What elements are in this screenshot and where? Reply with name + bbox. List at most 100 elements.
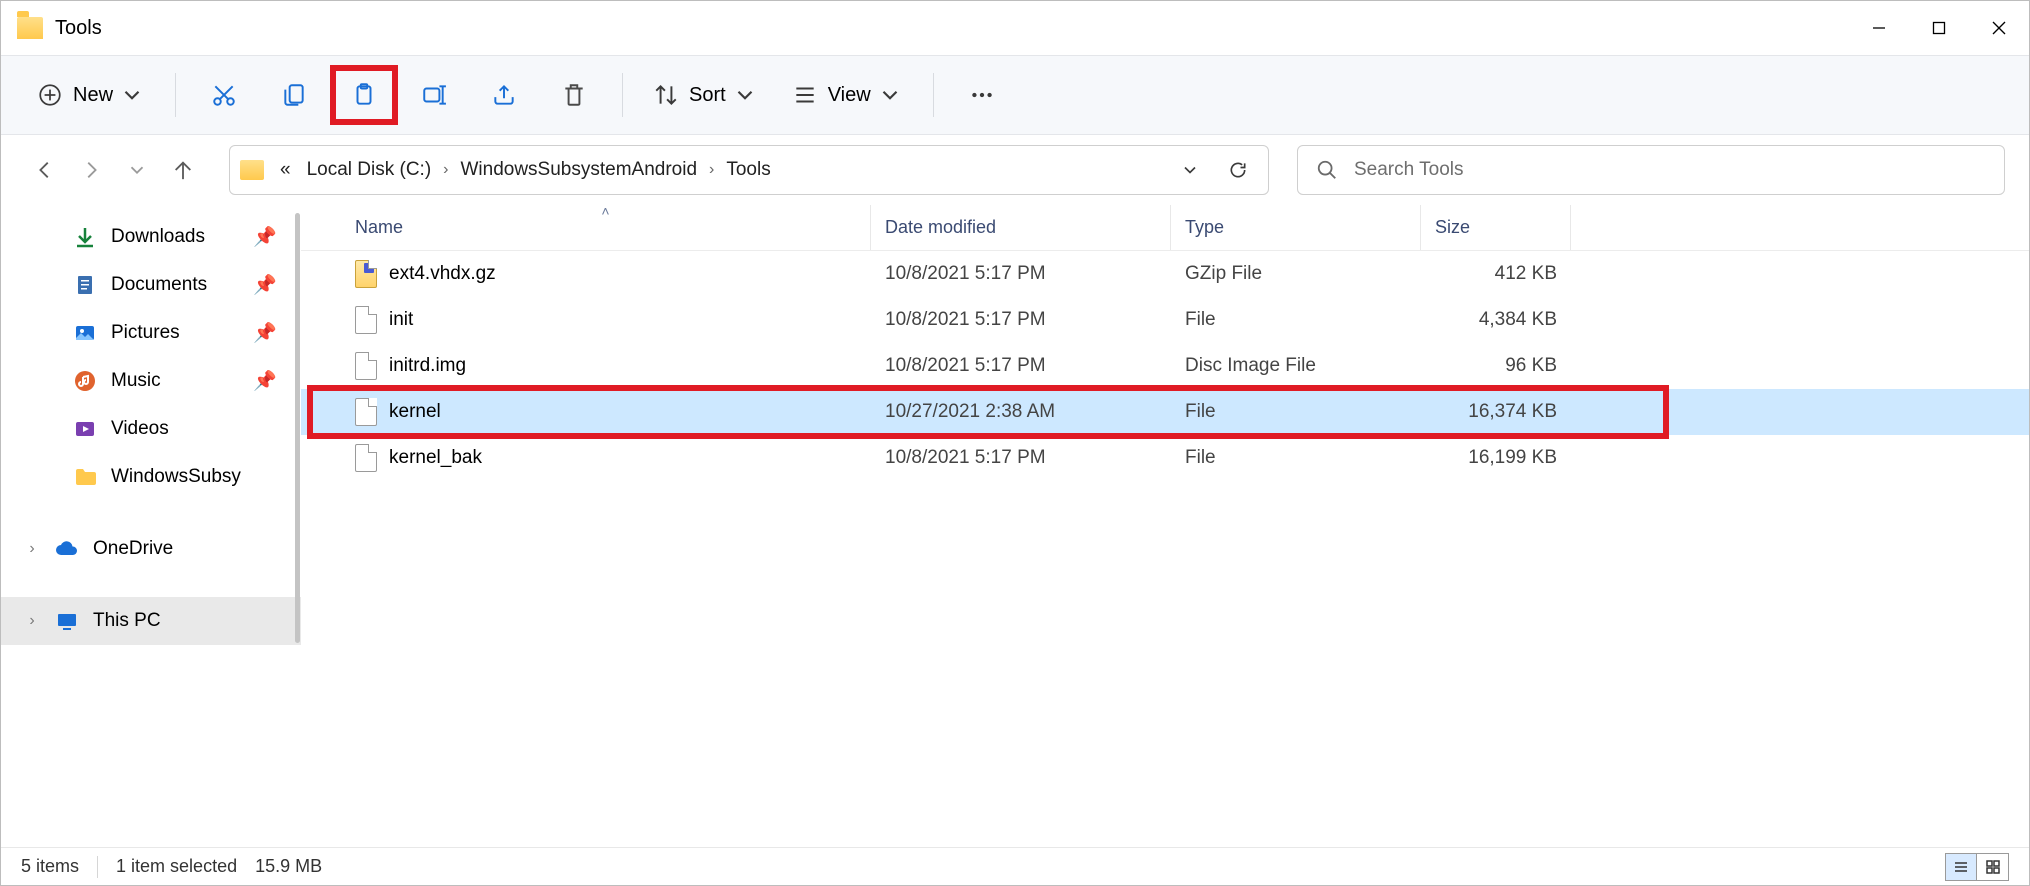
sort-button[interactable]: Sort <box>641 69 770 121</box>
search-icon <box>1316 159 1338 181</box>
file-name: initrd.img <box>389 355 466 377</box>
forward-button[interactable] <box>71 150 111 190</box>
back-button[interactable] <box>25 150 65 190</box>
address-bar[interactable]: « Local Disk (C:) › WindowsSubsystemAndr… <box>229 145 1269 195</box>
sort-ascending-icon: ˄ <box>601 203 609 219</box>
file-size: 96 KB <box>1421 355 1571 377</box>
download-icon <box>73 225 97 249</box>
file-row[interactable]: kernel 10/27/2021 2:38 AM File 16,374 KB <box>301 389 2029 435</box>
close-button[interactable] <box>1969 1 2029 55</box>
chevron-right-icon: › <box>443 161 448 179</box>
file-type: Disc Image File <box>1171 355 1421 377</box>
expand-icon[interactable]: › <box>23 540 41 558</box>
breadcrumb-item[interactable]: Local Disk (C:) <box>303 155 436 185</box>
view-label: View <box>828 84 871 107</box>
file-row[interactable]: ext4.vhdx.gz 10/8/2021 5:17 PM GZip File… <box>301 251 2029 297</box>
file-row[interactable]: initrd.img 10/8/2021 5:17 PM Disc Image … <box>301 343 2029 389</box>
window-title: Tools <box>55 17 102 40</box>
file-type: GZip File <box>1171 263 1421 285</box>
chevron-right-icon: › <box>709 161 714 179</box>
view-toggle-group <box>1945 853 2009 881</box>
separator <box>933 73 934 117</box>
details-view-button[interactable] <box>1945 853 1977 881</box>
sidebar-item[interactable]: Downloads 📌 <box>1 213 301 261</box>
status-count: 5 items <box>21 856 79 877</box>
sidebar-item-onedrive[interactable]: › OneDrive <box>1 525 301 573</box>
chevron-down-icon <box>119 82 145 108</box>
separator <box>175 73 176 117</box>
column-headers: Name ˄ Date modified Type Size <box>301 205 2029 251</box>
thumbnails-view-button[interactable] <box>1977 853 2009 881</box>
pictures-icon <box>73 321 97 345</box>
share-icon <box>491 82 517 108</box>
pin-icon: 📌 <box>253 225 277 249</box>
folder-icon <box>240 160 264 180</box>
chevron-down-icon <box>732 82 758 108</box>
share-button[interactable] <box>474 69 534 121</box>
sort-label: Sort <box>689 84 726 107</box>
chevron-down-icon <box>877 82 903 108</box>
paste-button[interactable] <box>334 69 394 121</box>
file-icon <box>355 398 377 426</box>
search-box[interactable] <box>1297 145 2005 195</box>
navigation-pane: Downloads 📌 Documents 📌 Pictures 📌 Music… <box>1 205 301 847</box>
breadcrumb-item[interactable]: Tools <box>722 155 774 185</box>
status-bar: 5 items 1 item selected 15.9 MB <box>1 847 2029 885</box>
column-header-size[interactable]: Size <box>1421 205 1571 250</box>
navigation-row: « Local Disk (C:) › WindowsSubsystemAndr… <box>1 135 2029 205</box>
sidebar-item[interactable]: Music 📌 <box>1 357 301 405</box>
minimize-button[interactable] <box>1849 1 1909 55</box>
pin-icon: 📌 <box>253 273 277 297</box>
rename-icon <box>421 82 447 108</box>
sidebar-item[interactable]: Videos <box>1 405 301 453</box>
file-date: 10/8/2021 5:17 PM <box>871 447 1171 469</box>
file-name: kernel <box>389 401 441 423</box>
pc-icon <box>55 609 79 633</box>
breadcrumb-item[interactable]: WindowsSubsystemAndroid <box>456 155 701 185</box>
file-name: kernel_bak <box>389 447 482 469</box>
file-row[interactable]: kernel_bak 10/8/2021 5:17 PM File 16,199… <box>301 435 2029 481</box>
file-list-pane: Name ˄ Date modified Type Size ext4.vhdx… <box>301 205 2029 847</box>
sort-icon <box>653 82 679 108</box>
music-icon <box>73 369 97 393</box>
copy-button[interactable] <box>264 69 324 121</box>
view-button[interactable]: View <box>780 69 915 121</box>
scissors-icon <box>211 82 237 108</box>
view-icon <box>792 82 818 108</box>
file-date: 10/8/2021 5:17 PM <box>871 355 1171 377</box>
file-row[interactable]: init 10/8/2021 5:17 PM File 4,384 KB <box>301 297 2029 343</box>
cloud-icon <box>55 537 79 561</box>
column-header-name[interactable]: Name ˄ <box>341 205 871 250</box>
sidebar-item[interactable]: WindowsSubsy <box>1 453 301 501</box>
refresh-button[interactable] <box>1218 150 1258 190</box>
file-icon <box>355 352 377 380</box>
maximize-button[interactable] <box>1909 1 1969 55</box>
new-label: New <box>73 84 113 107</box>
sidebar-item-thispc[interactable]: › This PC <box>1 597 301 645</box>
expand-icon[interactable]: › <box>23 612 41 630</box>
file-icon <box>355 306 377 334</box>
pin-icon: 📌 <box>253 369 277 393</box>
sidebar-item-label: Videos <box>111 418 169 440</box>
recent-locations-button[interactable] <box>117 150 157 190</box>
rename-button[interactable] <box>404 69 464 121</box>
address-dropdown-button[interactable] <box>1170 150 1210 190</box>
file-size: 16,374 KB <box>1421 401 1571 423</box>
search-input[interactable] <box>1354 159 1986 181</box>
folder-icon <box>17 17 43 39</box>
sidebar-item[interactable]: Pictures 📌 <box>1 309 301 357</box>
toolbar: New Sort View <box>1 55 2029 135</box>
column-header-date[interactable]: Date modified <box>871 205 1171 250</box>
sidebar-scrollbar[interactable] <box>293 209 301 843</box>
cut-button[interactable] <box>194 69 254 121</box>
sidebar-item-label: This PC <box>93 610 161 632</box>
file-size: 16,199 KB <box>1421 447 1571 469</box>
column-header-type[interactable]: Type <box>1171 205 1421 250</box>
more-button[interactable] <box>952 69 1012 121</box>
up-button[interactable] <box>163 150 203 190</box>
window-controls <box>1849 1 2029 55</box>
delete-button[interactable] <box>544 69 604 121</box>
new-button[interactable]: New <box>25 69 157 121</box>
sidebar-item[interactable]: Documents 📌 <box>1 261 301 309</box>
sidebar-item-label: Pictures <box>111 322 180 344</box>
